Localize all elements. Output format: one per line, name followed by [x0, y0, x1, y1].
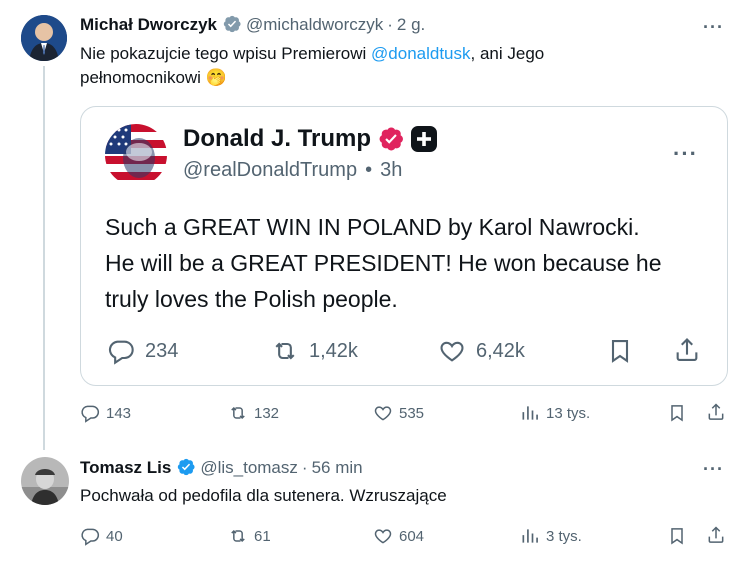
repost-count: 1,42k [309, 339, 358, 362]
quoted-text-line: He will be a GREAT PRESIDENT! He won bec… [105, 250, 662, 276]
author-name[interactable]: Tomasz Lis [80, 458, 171, 477]
verified-badge-icon [223, 15, 241, 33]
repost-icon [231, 529, 245, 543]
quoted-author-name[interactable]: Donald J. Trump [183, 125, 371, 153]
share-icon [676, 338, 698, 361]
like-count: 6,42k [476, 339, 525, 362]
share-icon [708, 526, 724, 543]
reply-button[interactable]: 40 [80, 526, 123, 546]
quoted-text-line: Such a GREAT WIN IN POLAND by Karol Nawr… [105, 214, 640, 240]
quoted-reply-button[interactable]: 234 [107, 337, 178, 365]
quoted-post-card[interactable]: Donald J. Trump @realDonaldTrump • 3h ··· … [80, 106, 728, 386]
mention-link[interactable]: @donaldtusk [371, 44, 471, 63]
post-time[interactable]: 2 g. [397, 15, 425, 34]
reply-count: 40 [106, 527, 123, 545]
avatar-tomasz-lis[interactable] [21, 457, 69, 505]
views-count: 3 tys. [546, 527, 582, 545]
quoted-author-handle[interactable]: @realDonaldTrump [183, 159, 357, 181]
views-button[interactable]: 3 tys. [520, 526, 582, 546]
post-text-line2: pełnomocnikowi 🤭 [80, 68, 227, 87]
post-header: Michał Dworczyk @michaldworczyk · 2 g. [80, 14, 425, 35]
quoted-post-header: Donald J. Trump [183, 125, 438, 153]
reply-text: Pochwała od pedofila dla sutenera. Wzrus… [80, 486, 447, 505]
thread-line [43, 66, 45, 450]
repost-count: 132 [254, 404, 280, 422]
bookmark-icon [671, 405, 683, 422]
verified-badge-icon [178, 458, 195, 476]
more-icon[interactable]: ··· [703, 460, 724, 478]
avatar-michal-dworczyk[interactable] [21, 15, 67, 61]
like-button[interactable]: 535 [373, 403, 424, 423]
quoted-text-line: truly loves the Polish people. [105, 286, 398, 312]
like-count: 604 [399, 527, 425, 545]
like-button[interactable]: 604 [373, 526, 424, 546]
bookmark-icon [611, 340, 629, 363]
post-text: Nie pokazujcie tego wpisu Premierowi @do… [80, 42, 700, 90]
post-text-part: Nie pokazujcie tego wpisu Premierowi [80, 44, 372, 63]
author-handle[interactable]: @michaldworczyk [246, 15, 383, 34]
quoted-repost-button[interactable]: 1,42k [271, 337, 358, 365]
share-button[interactable] [706, 402, 726, 422]
repost-icon [275, 342, 295, 360]
like-icon [374, 406, 392, 421]
plus-badge-icon [411, 126, 438, 152]
share-icon [708, 403, 724, 420]
post-text-part: , ani Jego [470, 44, 545, 63]
views-icon [522, 529, 538, 543]
views-count: 13 tys. [546, 404, 591, 422]
views-button[interactable]: 13 tys. [520, 403, 590, 423]
quoted-bookmark-button[interactable] [606, 337, 634, 365]
repost-icon [231, 406, 245, 420]
separator: · [387, 15, 393, 34]
repost-button[interactable]: 132 [228, 403, 279, 423]
verified-badge-icon [379, 127, 403, 151]
reply-icon [108, 340, 134, 365]
reply-header: Tomasz Lis @lis_tomasz · 56 min [80, 457, 363, 478]
views-icon [522, 406, 538, 420]
like-count: 535 [399, 404, 425, 422]
more-icon[interactable]: ··· [703, 18, 724, 36]
bookmark-button[interactable] [667, 403, 687, 423]
reply-icon [81, 405, 100, 423]
quoted-post-text: Such a GREAT WIN IN POLAND by Karol Nawr… [105, 209, 715, 317]
separator: • [365, 159, 373, 181]
bookmark-icon [671, 528, 683, 545]
reply-count: 143 [106, 404, 132, 422]
share-button[interactable] [706, 525, 726, 545]
repost-button[interactable]: 61 [228, 526, 271, 546]
like-icon [440, 341, 464, 362]
quoted-like-button[interactable]: 6,42k [438, 337, 525, 365]
author-name[interactable]: Michał Dworczyk [80, 15, 217, 34]
reply-icon [81, 528, 100, 546]
like-icon [374, 529, 392, 544]
reply-count: 234 [145, 339, 179, 362]
quoted-post-subheader: @realDonaldTrump • 3h [183, 159, 402, 182]
separator: · [301, 458, 308, 477]
reply-time[interactable]: 56 min [312, 458, 363, 477]
reply-button[interactable]: 143 [80, 403, 131, 423]
author-handle[interactable]: @lis_tomasz [200, 458, 298, 477]
repost-count: 61 [254, 527, 271, 545]
bookmark-button[interactable] [667, 526, 687, 546]
avatar-donald-trump[interactable] [105, 124, 167, 186]
quoted-post-time[interactable]: 3h [380, 159, 402, 181]
more-icon[interactable]: ··· [673, 143, 698, 165]
quoted-share-button[interactable] [673, 336, 701, 364]
